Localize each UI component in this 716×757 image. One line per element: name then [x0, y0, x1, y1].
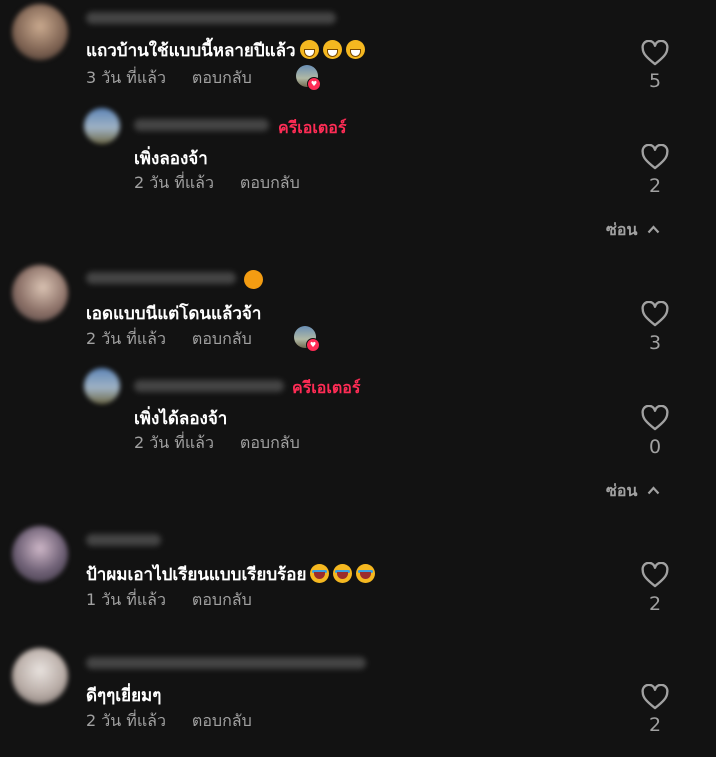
commenter-name-blurred[interactable]	[86, 272, 236, 284]
creator-name-blurred[interactable]	[134, 119, 269, 131]
comment-text: เพิ่งลองจ้า	[134, 149, 208, 169]
comment-time: 2 วัน ที่แล้ว	[86, 711, 166, 730]
commenter-name-blurred[interactable]	[86, 657, 366, 669]
commenter-avatar[interactable]	[12, 526, 68, 582]
commenter-avatar[interactable]	[12, 4, 68, 60]
like-count: 3	[648, 332, 662, 354]
commenter-name-blurred[interactable]	[86, 534, 161, 546]
comment-text-content: ป้าผมเอาไปเรียนแบบเรียบร้อย	[86, 565, 307, 585]
heart-outline-icon[interactable]	[641, 144, 669, 170]
comment-meta: 2 วัน ที่แล้ว ตอบกลับ	[134, 171, 300, 196]
comment-meta: 2 วัน ที่แล้ว ตอบกลับ	[86, 709, 252, 734]
heart-outline-icon[interactable]	[641, 40, 669, 66]
hide-replies-button[interactable]: ซ่อน	[606, 479, 660, 504]
grin-emoji-icon	[299, 40, 319, 59]
creator-name-blurred[interactable]	[134, 380, 284, 392]
commenter-avatar[interactable]	[12, 265, 68, 321]
comment-time: 3 วัน ที่แล้ว	[86, 68, 166, 87]
creator-avatar[interactable]	[84, 368, 120, 404]
heart-outline-icon[interactable]	[641, 405, 669, 431]
comment-meta: 1 วัน ที่แล้ว ตอบกลับ	[86, 588, 252, 613]
chevron-up-icon	[648, 486, 660, 495]
hide-replies-label: ซ่อน	[606, 481, 638, 500]
comment-meta: 2 วัน ที่แล้ว ตอบกลับ	[134, 431, 300, 456]
creator-label: ครีเอเตอร์	[278, 118, 347, 137]
comment-text: เพิ่งได้ลองจ้า	[134, 409, 228, 429]
creator-liked-badge-icon: ♥	[307, 77, 321, 91]
comment-time: 1 วัน ที่แล้ว	[86, 590, 166, 609]
reply-button[interactable]: ตอบกลับ	[192, 329, 252, 348]
reply-button[interactable]: ตอบกลับ	[240, 433, 300, 452]
reply-button[interactable]: ตอบกลับ	[240, 173, 300, 192]
laughing-emoji-icon	[356, 564, 376, 583]
heart-outline-icon[interactable]	[641, 684, 669, 710]
laughing-emoji-icon	[333, 564, 353, 583]
creator-label: ครีเอเตอร์	[292, 378, 361, 397]
heart-outline-icon[interactable]	[641, 562, 669, 588]
love-face-emoji-icon	[244, 270, 263, 289]
comment-text: แถวบ้านใช้แบบนี้หลายปีแล้ว	[86, 37, 365, 64]
comment-time: 2 วัน ที่แล้ว	[86, 329, 166, 348]
laughing-emoji-icon	[310, 564, 330, 583]
comment-meta: 2 วัน ที่แล้ว ตอบกลับ	[86, 327, 252, 352]
comment-text-content: แถวบ้านใช้แบบนี้หลายปีแล้ว	[86, 41, 296, 61]
commenter-name-blurred[interactable]	[86, 12, 336, 24]
like-count: 0	[648, 436, 662, 458]
chevron-up-icon	[648, 225, 660, 234]
comment-text: ดีๆๆเยี่ยมๆ	[86, 686, 162, 706]
like-count: 2	[648, 175, 662, 197]
grin-emoji-icon	[345, 40, 365, 59]
like-count: 5	[648, 70, 662, 92]
creator-liked-badge-icon: ♥	[306, 338, 320, 352]
comment-time: 2 วัน ที่แล้ว	[134, 173, 214, 192]
creator-avatar[interactable]	[84, 108, 120, 144]
comment-text: เอดแบบนีแต่โดนแล้วจ้า	[86, 304, 262, 324]
comment-text: ป้าผมเอาไปเรียนแบบเรียบร้อย	[86, 561, 376, 588]
reply-button[interactable]: ตอบกลับ	[192, 590, 252, 609]
comment-meta: 3 วัน ที่แล้ว ตอบกลับ	[86, 66, 252, 91]
like-count: 2	[648, 714, 662, 736]
hide-replies-button[interactable]: ซ่อน	[606, 218, 660, 243]
hide-replies-label: ซ่อน	[606, 220, 638, 239]
like-count: 2	[648, 593, 662, 615]
grin-emoji-icon	[322, 40, 342, 59]
reply-button[interactable]: ตอบกลับ	[192, 68, 252, 87]
heart-outline-icon[interactable]	[641, 301, 669, 327]
reply-button[interactable]: ตอบกลับ	[192, 711, 252, 730]
commenter-avatar[interactable]	[12, 648, 68, 704]
comment-time: 2 วัน ที่แล้ว	[134, 433, 214, 452]
